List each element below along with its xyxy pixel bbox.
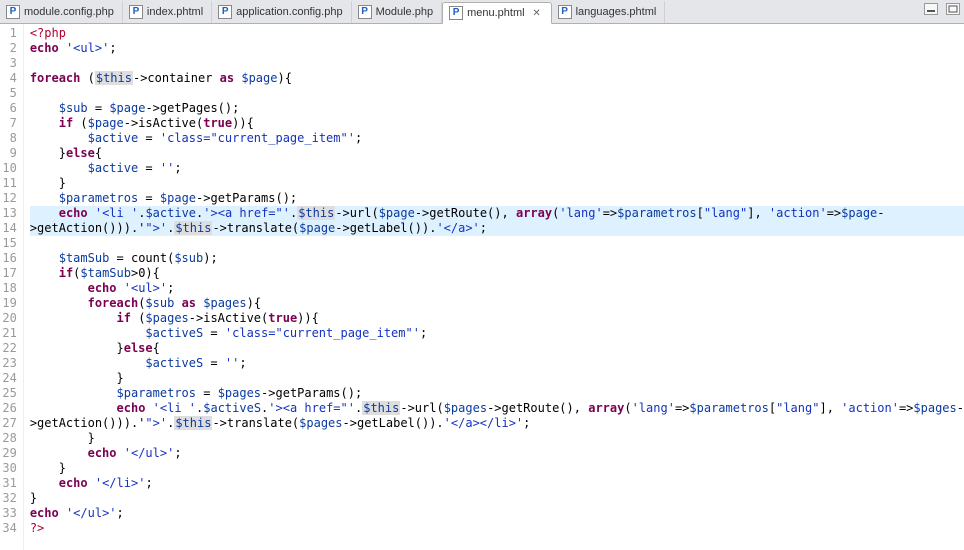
line-number: 17 [0,266,17,281]
tab-application-config-php[interactable]: Papplication.config.php [212,1,351,23]
php-file-icon: P [558,5,572,19]
line-number: 21 [0,326,17,341]
line-number: 29 [0,446,17,461]
line-number: 5 [0,86,17,101]
line-number: 33 [0,506,17,521]
line-number: 20 [0,311,17,326]
code-line[interactable]: $active = 'class="current_page_item"'; [30,131,964,146]
line-number: 14 [0,221,17,236]
maximize-button[interactable] [946,3,960,15]
line-number: 26 [0,401,17,416]
code-line[interactable]: echo '</li>'; [30,476,964,491]
code-line[interactable]: ?> [30,521,964,536]
code-line[interactable]: } [30,371,964,386]
code-line[interactable] [30,236,964,251]
code-line[interactable]: echo '</ul>'; [30,506,964,521]
code-line[interactable]: foreach ($this->container as $page){ [30,71,964,86]
code-line[interactable]: } [30,491,964,506]
code-line[interactable]: if($tamSub>0){ [30,266,964,281]
php-file-icon: P [218,5,232,19]
code-line[interactable]: $tamSub = count($sub); [30,251,964,266]
code-line[interactable]: } [30,431,964,446]
line-number: 15 [0,236,17,251]
tab-label: menu.phtml [467,7,524,19]
tab-languages-phtml[interactable]: Planguages.phtml [552,1,666,23]
line-number-gutter: 1234567891011121314151617181920212223242… [0,24,24,550]
line-number: 24 [0,371,17,386]
code-line[interactable]: echo '<ul>'; [30,281,964,296]
code-area[interactable]: <?phpecho '<ul>'; foreach ($this->contai… [24,24,964,550]
line-number: 10 [0,161,17,176]
php-file-icon: P [6,5,20,19]
code-line[interactable]: echo '<ul>'; [30,41,964,56]
tab-label: Module.php [376,6,434,18]
php-file-icon: P [129,5,143,19]
line-number: 16 [0,251,17,266]
code-line[interactable]: }else{ [30,146,964,161]
code-line[interactable]: $sub = $page->getPages(); [30,101,964,116]
line-number: 6 [0,101,17,116]
line-number: 13 [0,206,17,221]
code-line[interactable]: $activeS = ''; [30,356,964,371]
code-line[interactable]: echo '</ul>'; [30,446,964,461]
window-buttons [924,3,960,15]
php-file-icon: P [449,6,463,20]
line-number: 30 [0,461,17,476]
line-number: 23 [0,356,17,371]
code-line[interactable]: $parametros = $page->getParams(); [30,191,964,206]
code-line[interactable]: echo '<li '.$active.'><a href="'.$this->… [30,206,964,221]
tab-label: languages.phtml [576,6,657,18]
line-number: 7 [0,116,17,131]
line-number: 12 [0,191,17,206]
code-line[interactable]: $active = ''; [30,161,964,176]
line-number: 8 [0,131,17,146]
line-number: 1 [0,26,17,41]
tab-label: application.config.php [236,6,342,18]
line-number: 28 [0,431,17,446]
code-line[interactable]: echo '<li '.$activeS.'><a href="'.$this-… [30,401,964,416]
code-line[interactable]: if ($pages->isActive(true)){ [30,311,964,326]
code-line[interactable] [30,86,964,101]
tab-menu-phtml[interactable]: Pmenu.phtml ✕ [442,2,551,24]
line-number: 25 [0,386,17,401]
line-number: 4 [0,71,17,86]
close-icon[interactable]: ✕ [531,7,543,19]
tab-index-phtml[interactable]: Pindex.phtml [123,1,212,23]
code-line[interactable] [30,56,964,71]
line-number: 31 [0,476,17,491]
line-number: 19 [0,296,17,311]
code-line[interactable]: if ($page->isActive(true)){ [30,116,964,131]
code-line[interactable]: >getAction())).'">'.$this->translate($pa… [30,221,964,236]
line-number: 11 [0,176,17,191]
code-line[interactable]: <?php [30,26,964,41]
line-number: 3 [0,56,17,71]
line-number: 22 [0,341,17,356]
code-line[interactable]: $parametros = $pages->getParams(); [30,386,964,401]
tab-label: module.config.php [24,6,114,18]
code-line[interactable]: } [30,176,964,191]
line-number: 32 [0,491,17,506]
php-file-icon: P [358,5,372,19]
minimize-button[interactable] [924,3,938,15]
line-number: 2 [0,41,17,56]
tab-module-config-php[interactable]: Pmodule.config.php [0,1,123,23]
line-number: 9 [0,146,17,161]
line-number: 34 [0,521,17,536]
code-line[interactable]: $activeS = 'class="current_page_item"'; [30,326,964,341]
tab-label: index.phtml [147,6,203,18]
code-line[interactable]: }else{ [30,341,964,356]
tab-bar: Pmodule.config.phpPindex.phtmlPapplicati… [0,0,964,24]
code-line[interactable]: foreach($sub as $pages){ [30,296,964,311]
editor-window: { "tabs": [ {"label":"module.config.php"… [0,0,964,550]
line-number: 18 [0,281,17,296]
tab-Module-php[interactable]: P Module.php [352,1,443,23]
code-line[interactable]: >getAction())).'">'.$this->translate($pa… [30,416,964,431]
code-line[interactable]: } [30,461,964,476]
code-editor[interactable]: 1234567891011121314151617181920212223242… [0,24,964,550]
line-number: 27 [0,416,17,431]
